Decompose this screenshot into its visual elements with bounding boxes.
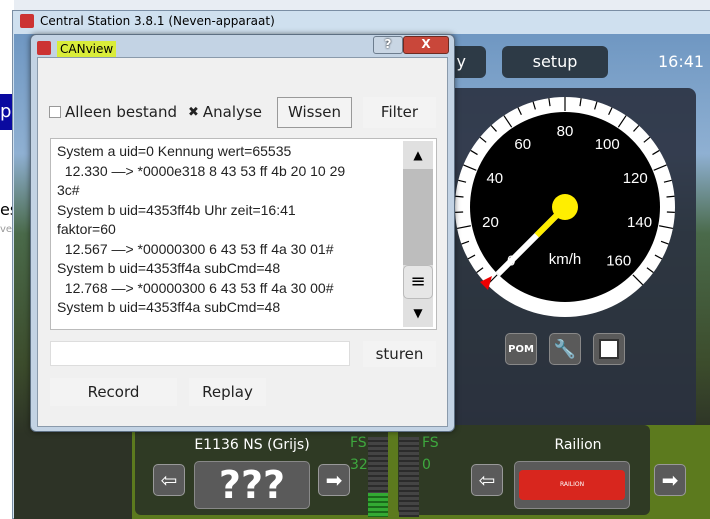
checkbox-box (49, 106, 61, 118)
pom-button[interactable]: POM (505, 333, 537, 365)
app-icon (20, 14, 34, 28)
arrow-right-icon: ➡ (661, 468, 679, 492)
log-line: System b uid=4353ff4b Uhr zeit=16:41 (57, 201, 296, 218)
speed-bar-right[interactable] (399, 437, 419, 517)
arrow-left-icon: ⇦ (160, 468, 178, 492)
gauge-tick-label: 100 (595, 136, 620, 153)
window-title: Central Station 3.8.1 (Neven-apparaat) (40, 14, 275, 28)
checkbox-label: Analyse (202, 103, 262, 121)
speed-bar-left[interactable] (368, 437, 388, 517)
arrow-right-icon: ➡ (325, 468, 343, 492)
direction-left-button[interactable]: ⇦ (153, 464, 185, 496)
log-line: 12.330 —> *0000e318 8 43 53 ff 4b 20 10 … (57, 162, 346, 179)
scroll-down-icon[interactable]: ▼ (403, 299, 433, 327)
log-line: System b uid=4353ff4a subCmd=48 (57, 299, 281, 315)
gauge-tick-label: 20 (482, 214, 499, 231)
loco-control-bar: E1136 NS (Grijs) ⇦ ??? ➡ FS 32 FS 0 Rail… (132, 425, 710, 519)
sturen-button[interactable]: sturen (363, 341, 436, 367)
close-button[interactable]: X (403, 36, 449, 54)
log-line: 12.768 —> *00000300 6 43 53 ff 4a 30 00# (57, 279, 334, 296)
gauge-tick-label: 40 (486, 170, 503, 187)
send-input[interactable] (50, 341, 350, 366)
gauge-tick-label: 120 (623, 170, 648, 187)
gauge-tick (455, 195, 464, 198)
gauge-hub (552, 194, 578, 220)
fs-label: FS (350, 435, 367, 451)
clock: 16:41 (658, 52, 705, 71)
log-line: System b uid=4353ff4a subCmd=48 (57, 260, 281, 276)
fs-value: 32 (350, 457, 368, 473)
wrench-icon: 🔧 (553, 338, 577, 360)
scroll-up-icon[interactable]: ▲ (403, 141, 433, 169)
wissen-button[interactable]: Wissen (277, 97, 352, 128)
log-line: faktor=60 (57, 221, 116, 237)
log-line: System a uid=0 Kennung wert=65535 (57, 143, 292, 159)
pom-icon: POM (508, 343, 534, 355)
checkbox-label: Alleen bestand (65, 103, 177, 121)
direction-left-button[interactable]: ⇦ (471, 464, 503, 496)
dialog-title: CANview (57, 41, 117, 57)
scrollbar[interactable]: ▲ ≡ ▼ (403, 141, 433, 327)
loco-image-right[interactable]: RAILION (514, 461, 630, 509)
gauge-tick (666, 195, 675, 198)
log-line: 3c# (57, 182, 80, 198)
scroll-track[interactable] (403, 169, 433, 265)
help-button[interactable]: ? (373, 36, 403, 54)
loco-name-left: E1136 NS (Grijs) (194, 437, 310, 453)
gauge-tick-label: 160 (606, 253, 631, 270)
app-icon (37, 41, 51, 55)
record-button[interactable]: Record (50, 378, 177, 406)
dialog-body: Alleen bestand ✖ Analyse Wissen Filter Sy… (37, 57, 448, 427)
analyse-checkbox[interactable]: ✖ Analyse (188, 103, 262, 121)
direction-right-button[interactable]: ➡ (654, 464, 686, 496)
log-line: 12.567 —> *00000300 6 43 53 ff 4a 30 01# (57, 240, 334, 257)
speedometer[interactable]: 020406080100120140160 km/h (450, 92, 680, 322)
gauge-unit: km/h (549, 251, 582, 268)
wrench-button[interactable]: 🔧 (549, 333, 581, 365)
scroll-thumb[interactable]: ≡ (403, 265, 433, 299)
arrow-left-icon: ⇦ (478, 468, 496, 492)
layout-button[interactable] (593, 333, 625, 365)
locomotive-image: RAILION (519, 470, 625, 500)
loco-image-left[interactable]: ??? (194, 461, 310, 509)
gauge-tick-label: 140 (627, 214, 652, 231)
loco-name-right: Railion (554, 437, 602, 453)
gauge-tick-label: 60 (514, 136, 531, 153)
can-log[interactable]: System a uid=0 Kennung wert=65535 12.330… (50, 138, 437, 330)
replay-button[interactable]: Replay (189, 378, 266, 406)
setup-button[interactable]: setup (502, 46, 608, 78)
alleen-bestand-checkbox[interactable]: Alleen bestand (49, 103, 177, 121)
fs-value: 0 (422, 457, 431, 473)
direction-right-button[interactable]: ➡ (318, 464, 350, 496)
fs-label: FS (422, 435, 439, 451)
check-icon: ✖ (188, 104, 199, 120)
gauge-tick-label: 80 (557, 123, 574, 140)
canview-dialog: CANview ? X Alleen bestand ✖ Analyse Wiss… (30, 34, 455, 432)
layout-icon (599, 339, 619, 359)
filter-button[interactable]: Filter (363, 97, 436, 128)
